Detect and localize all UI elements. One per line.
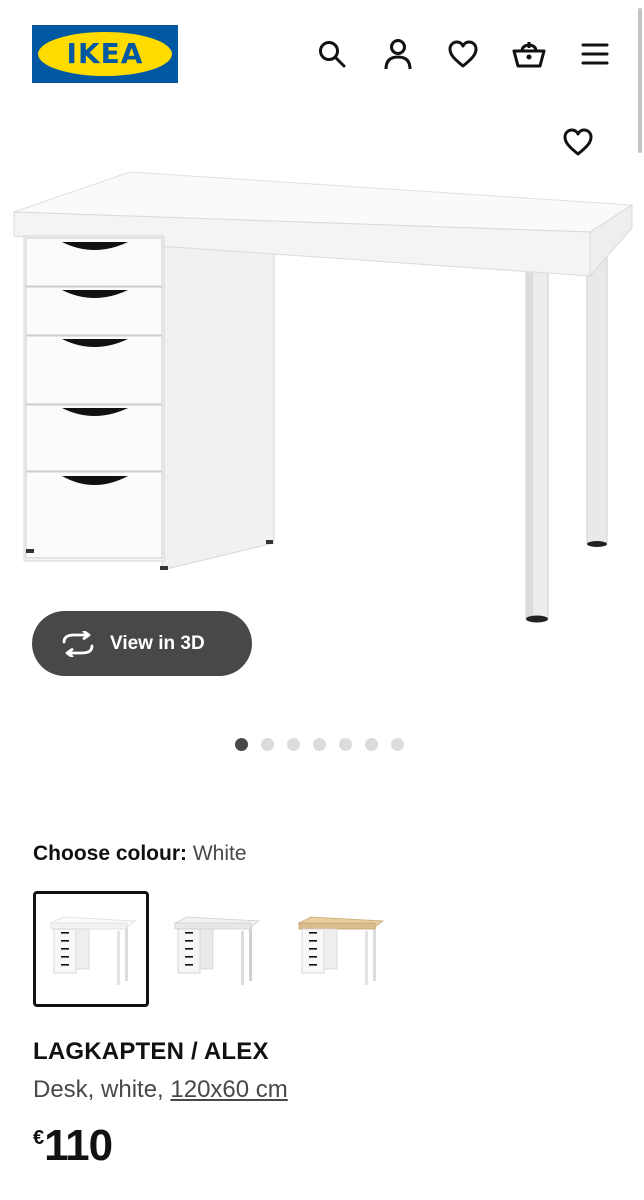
product-description: Desk, white, 120x60 cm — [33, 1076, 288, 1104]
save-to-favourites-button[interactable] — [558, 122, 598, 162]
carousel-dot[interactable] — [339, 738, 352, 751]
price-currency: € — [33, 1127, 45, 1149]
carousel-dot[interactable] — [391, 738, 404, 751]
product-name: LAGKAPTEN / ALEX — [33, 1038, 269, 1065]
heart-icon — [563, 128, 593, 156]
desk-thumbnail-white — [49, 916, 137, 985]
search-icon — [319, 41, 346, 68]
ikea-logo[interactable]: IKEA — [32, 25, 178, 83]
colour-label: Choose colour: — [33, 842, 188, 865]
basket-icon — [512, 42, 546, 68]
rotate-3d-icon — [60, 630, 96, 658]
carousel-dot[interactable] — [313, 738, 326, 751]
logo-oval: IKEA — [38, 32, 172, 76]
heart-icon — [448, 40, 478, 68]
view-in-3d-button[interactable]: View in 3D — [32, 611, 252, 676]
colour-swatches — [33, 891, 397, 1007]
product-size-link[interactable]: 120x60 cm — [170, 1076, 287, 1103]
desk-thumbnail-white-grey — [173, 916, 261, 985]
search-button[interactable] — [312, 34, 352, 74]
product-price: € 110 — [33, 1121, 113, 1171]
price-amount: 110 — [44, 1121, 113, 1170]
header: IKEA — [0, 0, 644, 110]
account-icon — [384, 39, 412, 70]
account-button[interactable] — [378, 34, 418, 74]
view-in-3d-label: View in 3D — [110, 632, 205, 654]
logo-text: IKEA — [66, 37, 144, 70]
basket-button[interactable] — [509, 34, 549, 74]
menu-icon — [581, 43, 609, 65]
desk-thumbnail-oak — [297, 916, 385, 985]
carousel-indicator — [235, 738, 404, 751]
carousel-dot[interactable] — [261, 738, 274, 751]
carousel-dot[interactable] — [365, 738, 378, 751]
wishlist-button[interactable] — [443, 34, 483, 74]
swatch-white-white[interactable] — [33, 891, 149, 1007]
swatch-oak-white[interactable] — [281, 891, 397, 1007]
menu-button[interactable] — [575, 34, 615, 74]
carousel-dot[interactable] — [287, 738, 300, 751]
carousel-dot[interactable] — [235, 738, 248, 751]
swatch-white-anthracite[interactable] — [157, 891, 273, 1007]
product-type-colour: Desk, white, — [33, 1076, 171, 1103]
colour-chooser-heading: Choose colour: White — [33, 840, 247, 868]
colour-value: White — [192, 842, 247, 865]
